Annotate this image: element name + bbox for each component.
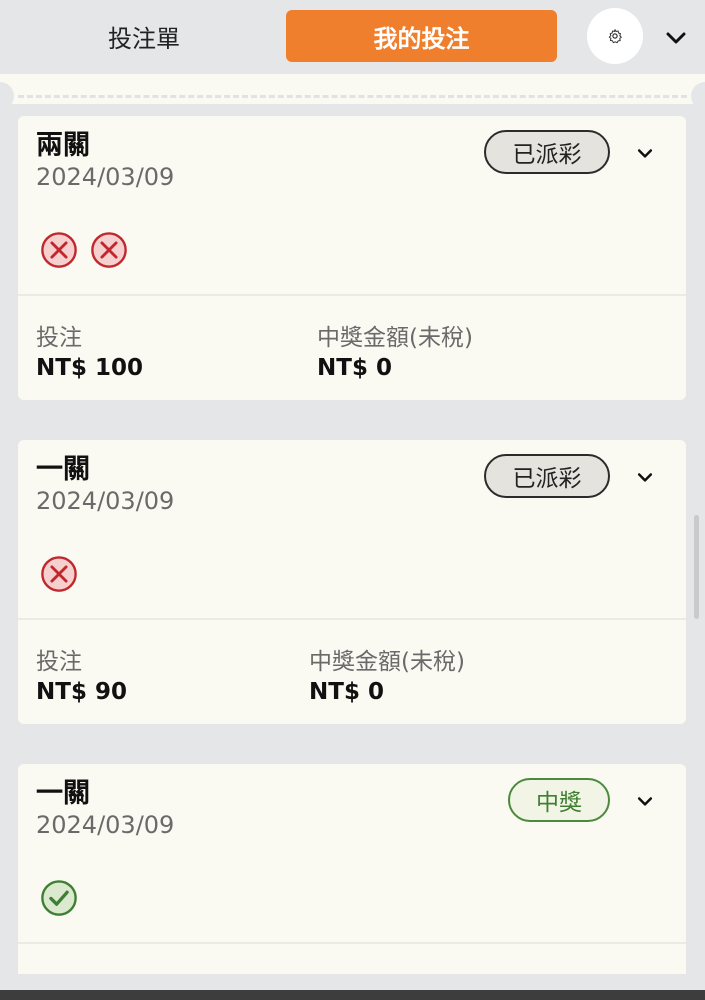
leg-results	[40, 879, 78, 917]
bet-type-title: 一關	[36, 778, 90, 809]
scrollbar-thumb[interactable]	[694, 515, 699, 619]
tab-my-bets[interactable]: 我的投注	[286, 10, 557, 62]
settings-button[interactable]	[587, 8, 643, 64]
stake-label: 投注	[36, 649, 82, 675]
stake-label: 投注	[36, 325, 82, 351]
bet-date: 2024/03/09	[36, 163, 175, 191]
card-divider	[18, 942, 686, 944]
expand-card-button[interactable]	[630, 138, 660, 168]
payout-amount: NT$ 0	[317, 355, 392, 381]
top-bar: 投注單 我的投注	[0, 0, 705, 74]
card-divider	[18, 618, 686, 620]
status-badge: 已派彩	[484, 454, 610, 498]
chevron-down-icon	[637, 797, 653, 806]
bet-date: 2024/03/09	[36, 487, 175, 515]
payout-amount: NT$ 0	[309, 679, 384, 705]
bet-card[interactable]: 一關 2024/03/09 已派彩 投注 NT$ 90 中獎金額(未稅) NT$…	[18, 440, 686, 724]
leg-results	[40, 231, 128, 269]
expand-card-button[interactable]	[630, 462, 660, 492]
tab-bet-slip[interactable]: 投注單	[64, 10, 224, 62]
payout-label: 中獎金額(未稅)	[317, 325, 473, 351]
status-badge: 中獎	[508, 778, 610, 822]
bet-date: 2024/03/09	[36, 811, 175, 839]
collapse-panel-button[interactable]	[656, 18, 696, 58]
payout-label: 中獎金額(未稅)	[309, 649, 465, 675]
lost-icon	[41, 556, 77, 592]
stake-amount: NT$ 100	[36, 355, 143, 381]
bet-type-title: 一關	[36, 454, 90, 485]
gear-icon	[608, 29, 622, 44]
stake-amount: NT$ 90	[36, 679, 127, 705]
lost-icon	[91, 232, 127, 268]
bet-card[interactable]: 一關 2024/03/09 中獎	[18, 764, 686, 974]
my-bets-panel: { "header": { "tab_betslip": "投注單", "tab…	[0, 0, 705, 1000]
leg-results	[40, 555, 78, 593]
status-badge: 已派彩	[484, 130, 610, 174]
bet-type-title: 兩關	[36, 130, 90, 161]
won-icon	[41, 880, 77, 916]
chevron-down-icon	[637, 149, 653, 158]
bet-card[interactable]: 兩關 2024/03/09 已派彩 投注 NT$ 100 中獎金額(未稅) NT…	[18, 116, 686, 400]
card-divider	[18, 294, 686, 296]
bottom-edge	[0, 990, 705, 1000]
chevron-down-icon	[637, 473, 653, 482]
dashed-divider	[18, 95, 687, 98]
chevron-down-icon	[666, 32, 686, 44]
expand-card-button[interactable]	[630, 786, 660, 816]
lost-icon	[41, 232, 77, 268]
